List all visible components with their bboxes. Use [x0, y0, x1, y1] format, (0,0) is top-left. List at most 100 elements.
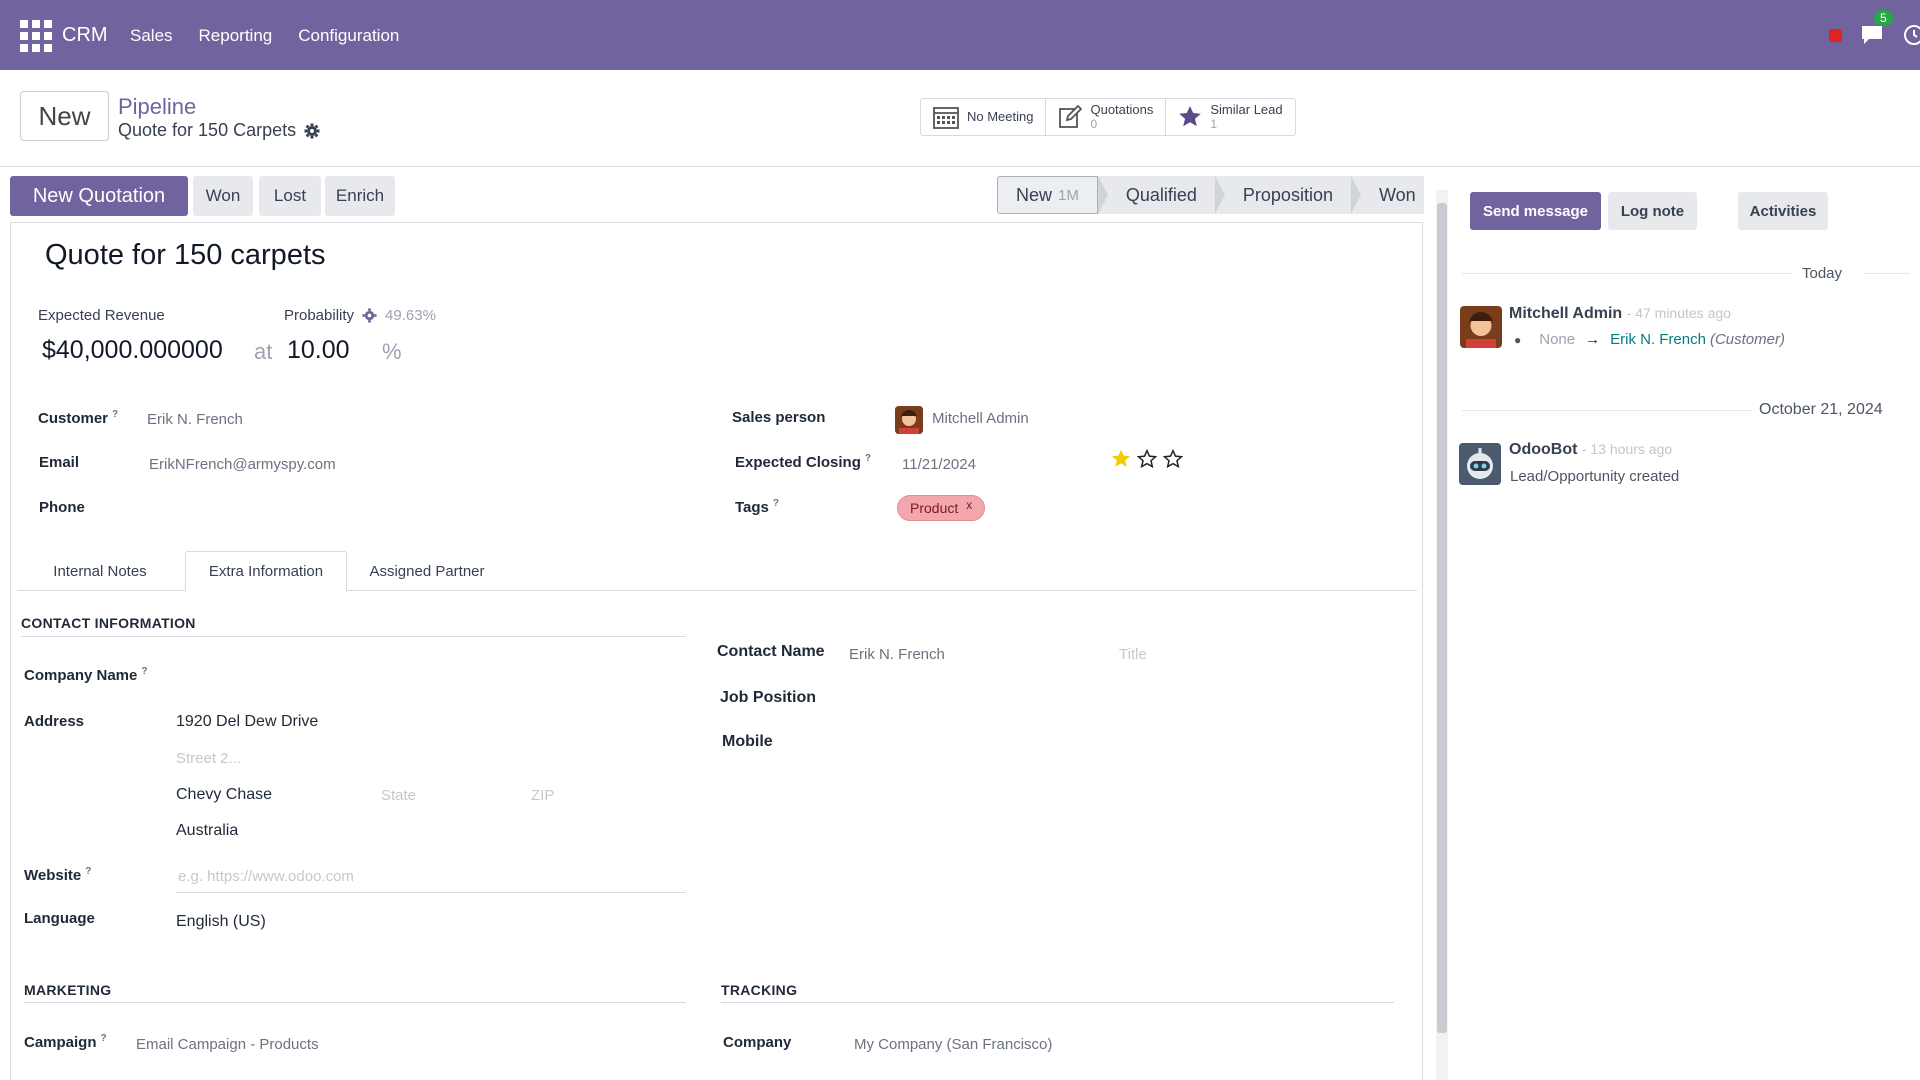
stage-label: New	[1016, 184, 1053, 205]
top-navbar: CRM Sales Reporting Configuration 5	[0, 0, 1920, 70]
stage-separator	[1097, 176, 1108, 214]
state-field[interactable]: State	[381, 787, 416, 804]
systray: 5	[1829, 0, 1920, 70]
calendar-icon	[933, 107, 959, 129]
tab-extra-information[interactable]: Extra Information	[185, 551, 347, 592]
log-note-button[interactable]: Log note	[1608, 192, 1697, 230]
stage-separator	[1214, 176, 1225, 214]
street2-field[interactable]: Street 2...	[176, 750, 241, 767]
stage-separator	[1350, 176, 1361, 214]
recording-indicator-icon[interactable]	[1829, 28, 1842, 42]
breadcrumb-pipeline[interactable]: Pipeline	[118, 94, 196, 120]
automated-probability[interactable]: 49.63%	[385, 307, 436, 324]
website-underline	[176, 892, 686, 893]
smart-label: No Meeting	[967, 109, 1034, 124]
priority-stars	[1111, 449, 1183, 469]
language-field[interactable]: English (US)	[176, 913, 266, 931]
contact-name-field[interactable]: Erik N. French	[849, 646, 945, 663]
notebook-tabs: Internal Notes Extra Information Assigne…	[17, 551, 1417, 592]
menu-sales[interactable]: Sales	[130, 26, 173, 46]
chatter-panel	[1424, 167, 1920, 1080]
city-field[interactable]: Chevy Chase	[176, 786, 272, 804]
company-field[interactable]: My Company (San Francisco)	[854, 1036, 1052, 1053]
gear-icon[interactable]	[362, 308, 377, 323]
job-position-label: Job Position	[720, 689, 816, 706]
won-button[interactable]: Won	[193, 176, 253, 216]
new-quotation-button[interactable]: New Quotation	[10, 176, 188, 216]
opportunity-title[interactable]: Quote for 150 carpets	[45, 239, 326, 272]
stage-new[interactable]: New 1M	[997, 176, 1098, 214]
record-name: Quote for 150 Carpets	[118, 120, 297, 140]
message-author[interactable]: Mitchell Admin - 47 minutes ago	[1509, 305, 1731, 323]
address-label: Address	[24, 713, 85, 730]
activities-button[interactable]: Activities	[1738, 192, 1828, 230]
salesperson-label: Sales person	[732, 409, 826, 426]
campaign-label: Campaign?	[24, 1033, 107, 1051]
company-label: Company	[723, 1034, 792, 1051]
tracking-title: TRACKING	[721, 982, 798, 998]
tag-product[interactable]: Product x	[897, 495, 986, 521]
customer-field[interactable]: Erik N. French	[147, 411, 243, 428]
form-sheet: Quote for 150 carpets Expected Revenue P…	[10, 222, 1423, 1080]
mobile-label: Mobile	[722, 733, 773, 750]
smart-count: 0	[1090, 117, 1098, 131]
zip-field[interactable]: ZIP	[531, 787, 554, 804]
apps-menu-icon[interactable]	[20, 20, 52, 52]
app-brand[interactable]: CRM	[62, 24, 108, 47]
stage-proposition[interactable]: Proposition	[1225, 176, 1351, 214]
enrich-button[interactable]: Enrich	[325, 176, 395, 216]
percent-label: %	[382, 339, 402, 364]
smart-button-similar-lead[interactable]: Similar Lead 1	[1166, 99, 1294, 135]
star-empty-icon[interactable]	[1137, 449, 1157, 469]
stage-won[interactable]: Won	[1361, 176, 1434, 214]
message-body: Lead/Opportunity created	[1510, 468, 1680, 485]
title-field[interactable]: Title	[1119, 646, 1147, 663]
salesperson-field[interactable]: Mitchell Admin	[932, 410, 1029, 427]
smart-count: 1	[1210, 117, 1218, 131]
phone-label: Phone	[39, 499, 85, 516]
lost-button[interactable]: Lost	[259, 176, 321, 216]
section-divider	[721, 1002, 1394, 1003]
contact-information-title: CONTACT INFORMATION	[21, 615, 196, 631]
stage-label: Qualified	[1125, 184, 1197, 205]
expected-closing-label: Expected Closing?	[735, 453, 871, 471]
country-field[interactable]: Australia	[176, 822, 238, 840]
date-separator-oct: October 21, 2024	[1759, 401, 1883, 418]
section-divider	[21, 636, 686, 637]
gear-icon[interactable]	[304, 123, 320, 139]
menu-configuration[interactable]: Configuration	[298, 26, 399, 46]
send-message-button[interactable]: Send message	[1470, 192, 1601, 230]
form-scrollbar-thumb[interactable]	[1437, 203, 1447, 1033]
tab-internal-notes[interactable]: Internal Notes	[43, 551, 157, 592]
main-menu: Sales Reporting Configuration	[130, 26, 399, 46]
mitchell-admin-avatar[interactable]	[1460, 306, 1502, 348]
menu-reporting[interactable]: Reporting	[199, 26, 273, 46]
email-field[interactable]: ErikNFrench@armyspy.com	[149, 456, 336, 473]
message-author[interactable]: OdooBot - 13 hours ago	[1509, 441, 1672, 459]
old-value: None	[1539, 331, 1576, 348]
stage-label: Won	[1378, 184, 1416, 205]
expected-revenue-input[interactable]: $40,000.000000	[42, 336, 223, 365]
tag-remove-icon[interactable]: x	[966, 498, 972, 512]
smart-buttons: No Meeting Quotations 0 Similar Lead 1	[920, 98, 1296, 136]
tab-assigned-partner[interactable]: Assigned Partner	[357, 551, 497, 592]
smart-button-meeting[interactable]: No Meeting	[921, 99, 1047, 135]
website-field[interactable]: e.g. https://www.odoo.com	[178, 868, 354, 885]
activity-clock-icon[interactable]	[1902, 23, 1920, 47]
expected-closing-field[interactable]: 11/21/2024	[902, 456, 976, 473]
stage-label: Proposition	[1242, 184, 1333, 205]
date-separator-line	[1864, 273, 1910, 274]
star-filled-icon[interactable]	[1111, 449, 1131, 469]
section-divider	[24, 1002, 686, 1003]
new-record-button[interactable]: New	[20, 91, 109, 141]
messages-icon[interactable]: 5	[1860, 10, 1893, 46]
star-empty-icon[interactable]	[1163, 449, 1183, 469]
smart-button-quotations[interactable]: Quotations 0	[1046, 99, 1167, 135]
stage-qualified[interactable]: Qualified	[1108, 176, 1215, 214]
odoobot-avatar[interactable]	[1459, 443, 1501, 485]
date-separator-line	[1462, 410, 1752, 411]
arrow-right-icon: →	[1585, 331, 1601, 348]
probability-input[interactable]: 10.00	[287, 336, 350, 365]
street-field[interactable]: 1920 Del Dew Drive	[176, 713, 318, 731]
campaign-field[interactable]: Email Campaign - Products	[136, 1036, 319, 1053]
